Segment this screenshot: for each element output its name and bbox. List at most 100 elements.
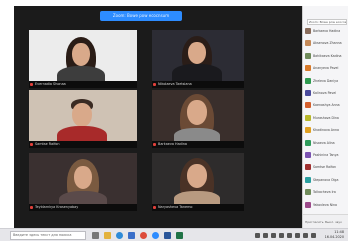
participant-avatar bbox=[305, 52, 311, 59]
participant-body bbox=[59, 191, 107, 204]
participant-list-name: Murashova Dina bbox=[313, 115, 339, 120]
video-tile[interactable]: Samtse Raifon bbox=[29, 90, 137, 148]
participant-list-name: Stepanova Olga bbox=[313, 177, 339, 182]
meeting-window: Zoom: Bowe pow ecocnsum Evernadia Shonaa… bbox=[14, 6, 304, 228]
video-tile[interactable]: Teyldarnkya Krasenyabay bbox=[29, 153, 137, 211]
video-tile[interactable]: Barkaeva Hadina bbox=[152, 90, 244, 148]
participant-list-item[interactable]: Kaenashya Anna bbox=[305, 101, 348, 109]
participant-avatar bbox=[305, 77, 311, 84]
participant-list-name: Khadinova Anna bbox=[313, 128, 339, 133]
taskbar-search-input[interactable]: Введите здесь текст для поиска bbox=[10, 231, 86, 240]
participant-name-text: Barkaeva Hadina bbox=[158, 142, 187, 146]
participant-name-text: Samtse Raifon bbox=[35, 142, 60, 146]
participant-avatar bbox=[305, 65, 311, 72]
participant-list-item[interactable]: Bahikaeva Kadina bbox=[305, 52, 348, 60]
mic-muted-icon bbox=[30, 206, 33, 209]
participant-list-item[interactable]: Yakovleva Nina bbox=[305, 201, 348, 209]
video-feed bbox=[152, 90, 244, 141]
tray-language-icon[interactable] bbox=[279, 233, 284, 238]
participant-list-name: Kalinova Pavel bbox=[313, 91, 337, 95]
video-feed bbox=[152, 30, 244, 81]
participants-panel-header[interactable]: Zoom: Bowe pow ecocnsum bbox=[307, 19, 347, 25]
meeting-banner[interactable]: Zoom: Bowe pow ecocnsum bbox=[100, 11, 182, 21]
video-feed bbox=[29, 153, 137, 204]
clock-date: 16.04.2020 bbox=[324, 235, 344, 239]
participant-avatar bbox=[305, 90, 311, 96]
word-icon[interactable] bbox=[164, 232, 171, 239]
participant-face bbox=[187, 164, 207, 188]
participant-name-text: Naryasheva Tanemo bbox=[158, 205, 193, 209]
participant-list-item[interactable]: Samtse Raifon bbox=[305, 163, 348, 171]
participant-body bbox=[57, 126, 107, 141]
chrome-icon[interactable] bbox=[140, 232, 147, 239]
video-tile[interactable]: Evernadia Shonaa bbox=[29, 30, 137, 88]
participant-list-item[interactable]: Zheleva Daniya bbox=[305, 77, 348, 85]
participant-avatar bbox=[305, 139, 311, 146]
participant-list-item[interactable]: Pashinina Tanya bbox=[305, 151, 348, 159]
participant-avatar bbox=[305, 152, 311, 158]
mic-muted-icon bbox=[153, 143, 156, 146]
excel-icon[interactable] bbox=[176, 232, 183, 239]
participant-list-item[interactable]: Tolkacheva Ira bbox=[305, 188, 348, 196]
participant-list-name: Ananyeva Pavel bbox=[313, 66, 339, 71]
participant-face bbox=[188, 42, 206, 64]
participant-avatar bbox=[305, 102, 311, 109]
tray-cloud-icon[interactable] bbox=[295, 233, 300, 238]
participant-list-name: Bahikaeva Kadina bbox=[313, 53, 342, 58]
video-tile[interactable]: Nikolaeva Taetsiana bbox=[152, 30, 244, 88]
mail-icon[interactable] bbox=[128, 232, 135, 239]
participant-list-item[interactable]: Stepanova Olga bbox=[305, 176, 348, 184]
tray-battery-icon[interactable] bbox=[271, 233, 276, 238]
participant-list-item[interactable]: Khadinova Anna bbox=[305, 126, 348, 134]
participant-name: Barkaeva Hadina bbox=[152, 141, 244, 148]
mute-all-button[interactable]: Выкл. звук bbox=[325, 219, 342, 225]
participant-name-text: Teyldarnkya Krasenyabay bbox=[35, 205, 79, 209]
participant-list-item[interactable]: Barkaeva Hadina bbox=[305, 27, 348, 35]
participant-avatar bbox=[305, 40, 311, 47]
video-feed bbox=[152, 153, 244, 204]
participant-avatar bbox=[305, 114, 311, 121]
task-view-icon[interactable] bbox=[92, 232, 99, 239]
participant-avatar bbox=[305, 127, 311, 134]
mic-muted-icon bbox=[30, 143, 33, 146]
participant-face bbox=[187, 100, 207, 125]
tray-network-icon[interactable] bbox=[255, 233, 260, 238]
participant-list-name: Aksenova Zhanna bbox=[313, 41, 342, 46]
video-tile[interactable]: Naryasheva Tanemo bbox=[152, 153, 244, 211]
browser-icon[interactable] bbox=[116, 232, 123, 239]
participant-list-name: Yakovleva Nina bbox=[313, 202, 337, 207]
participant-list-item[interactable]: Nisaeva Alina bbox=[305, 139, 348, 147]
taskbar-clock[interactable]: 11:48 16.04.2020 bbox=[325, 230, 344, 240]
participant-avatar bbox=[305, 28, 311, 34]
invite-button[interactable]: Пригласить bbox=[305, 219, 324, 225]
tray-volume-icon[interactable] bbox=[263, 233, 268, 238]
participant-name: Samtse Raifon bbox=[29, 141, 137, 148]
participant-list-item[interactable]: Murashova Dina bbox=[305, 114, 348, 122]
participant-list-name: Pashinina Tanya bbox=[313, 153, 339, 157]
video-feed bbox=[29, 90, 137, 141]
participant-list-item[interactable]: Ananyeva Pavel bbox=[305, 64, 348, 72]
file-explorer-icon[interactable] bbox=[104, 232, 111, 239]
participant-name: Evernadia Shonaa bbox=[29, 81, 137, 88]
participant-list-name: Nisaeva Alina bbox=[313, 140, 335, 145]
participant-body bbox=[172, 64, 222, 81]
participants-panel-footer: Пригласить Выкл. звук bbox=[303, 214, 348, 228]
participant-avatar bbox=[305, 164, 311, 171]
tray-shield-icon[interactable] bbox=[303, 233, 308, 238]
participant-avatar bbox=[305, 176, 311, 183]
participant-face bbox=[72, 43, 90, 66]
participant-list-name: Tolkacheva Ira bbox=[313, 190, 336, 195]
participant-name: Nikolaeva Taetsiana bbox=[152, 81, 244, 88]
participant-list-name: Kaenashya Anna bbox=[313, 103, 340, 108]
participant-avatar bbox=[305, 201, 311, 208]
participants-panel: Zoom: Bowe pow ecocnsum Barkaeva Hadina A… bbox=[302, 6, 348, 228]
participant-list-item[interactable]: Aksenova Zhanna bbox=[305, 39, 348, 47]
zoom-app-icon[interactable] bbox=[152, 232, 159, 239]
tray-app-icon[interactable] bbox=[287, 233, 292, 238]
participant-list-item[interactable]: Kalinova Pavel bbox=[305, 89, 348, 97]
tray-keyboard-icon[interactable] bbox=[311, 233, 316, 238]
windows-taskbar: Введите здесь текст для поиска 11:48 16.… bbox=[0, 228, 348, 241]
mic-muted-icon bbox=[30, 83, 33, 86]
participant-name: Teyldarnkya Krasenyabay bbox=[29, 204, 137, 211]
participant-list-name: Zheleva Daniya bbox=[313, 78, 339, 83]
